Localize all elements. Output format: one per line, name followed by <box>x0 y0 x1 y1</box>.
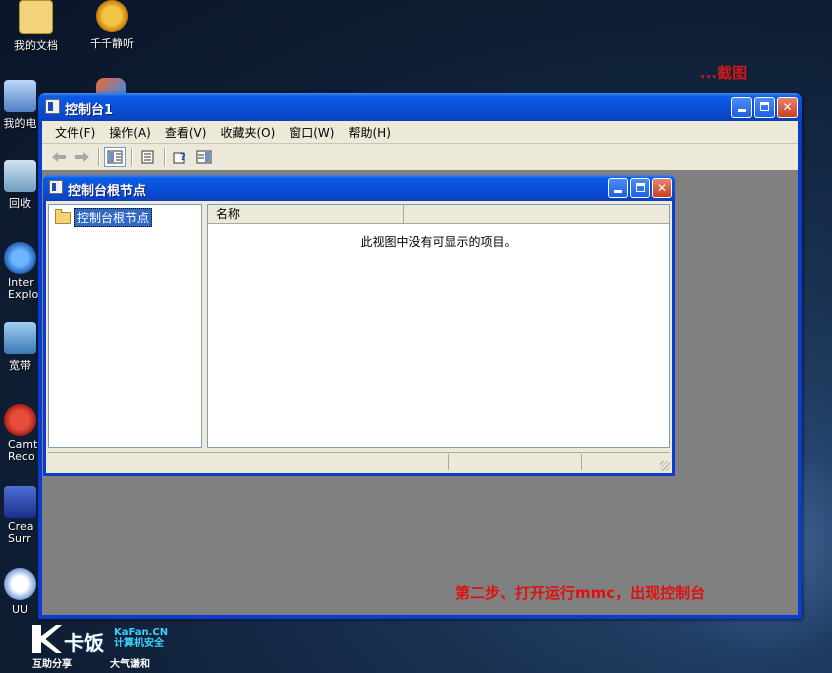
help-icon: ? <box>173 152 186 164</box>
back-arrow-icon <box>52 152 66 162</box>
watermark-title: 卡饭 <box>64 631 104 655</box>
desktop-icon-my-computer[interactable]: 我的电 <box>0 80 40 131</box>
watermark-slogan-2: 大气谦和 <box>110 659 150 670</box>
show-hide-action-pane-icon <box>196 150 212 164</box>
export-list-icon <box>141 150 154 164</box>
music-player-icon <box>96 0 128 32</box>
desktop-icon-broadband[interactable]: 宽带 <box>0 322 40 373</box>
help-button[interactable]: ? <box>170 147 192 167</box>
forward-arrow-icon <box>75 152 89 162</box>
menu-bar: 文件(F) 操作(A) 查看(V) 收藏夹(O) 窗口(W) 帮助(H) <box>42 121 798 144</box>
menu-action[interactable]: 操作(A) <box>102 124 158 141</box>
status-bar <box>48 452 670 471</box>
tree-pane[interactable]: 控制台根节点 <box>48 204 202 448</box>
svg-text:?: ? <box>180 152 186 163</box>
menu-view[interactable]: 查看(V) <box>158 124 214 141</box>
step-caption: 第二步、打开运行mmc，出现控制台 <box>455 584 706 602</box>
window-title: 控制台1 <box>65 103 114 118</box>
desktop-icon-ttplayer[interactable]: 千千静听 <box>76 0 148 51</box>
child-maximize-button[interactable] <box>630 178 650 198</box>
mdi-client-area[interactable]: 控制台根节点 ✕ 控制台根节点 名称 此视图中没有可显示的项目。 <box>42 170 798 615</box>
camtasia-recorder-icon <box>4 404 36 436</box>
desktop-icon-recycle-bin[interactable]: 回收 <box>0 160 40 211</box>
child-close-button[interactable]: ✕ <box>652 178 672 198</box>
maximize-button[interactable] <box>754 97 775 118</box>
status-cell <box>48 454 449 470</box>
child-minimize-button[interactable] <box>608 178 628 198</box>
mmc-titlebar[interactable]: 控制台1 ✕ <box>38 93 802 121</box>
maximize-icon <box>635 183 645 192</box>
resize-grip[interactable] <box>660 461 670 471</box>
watermark-site-url: KaFan.CN <box>114 627 169 638</box>
menu-file[interactable]: 文件(F) <box>48 124 102 141</box>
child-titlebar[interactable]: 控制台根节点 ✕ <box>43 175 675 201</box>
maximize-icon <box>760 102 769 111</box>
toolbar-separator <box>164 148 166 166</box>
menu-favorites[interactable]: 收藏夹(O) <box>213 124 282 141</box>
creative-audio-icon <box>4 486 36 518</box>
show-hide-tree-button[interactable] <box>104 147 126 167</box>
console-root-window: 控制台根节点 ✕ 控制台根节点 名称 此视图中没有可显示的项目。 <box>43 175 675 476</box>
back-button[interactable] <box>48 147 70 167</box>
toolbar-separator <box>131 148 133 166</box>
child-window-title: 控制台根节点 <box>68 184 147 199</box>
empty-view-message: 此视图中没有可显示的项目。 <box>360 235 517 249</box>
close-icon: ✕ <box>782 100 793 114</box>
kafan-logo-icon <box>32 625 62 653</box>
status-cell <box>449 454 582 470</box>
desktop-icon-camtasia[interactable]: Camt Reco <box>0 404 40 463</box>
computer-icon <box>4 80 36 112</box>
forward-button[interactable] <box>71 147 93 167</box>
desktop-icon-partial <box>96 78 126 94</box>
child-client: 控制台根节点 名称 此视图中没有可显示的项目。 <box>46 201 672 473</box>
close-icon: ✕ <box>656 181 668 195</box>
tree-node-console-root[interactable]: 控制台根节点 <box>55 208 153 227</box>
minimize-icon <box>737 109 746 112</box>
minimize-icon <box>614 190 622 193</box>
mmc-window: 控制台1 ✕ 文件(F) 操作(A) 查看(V) 收藏夹(O) 窗口(W) 帮助… <box>38 93 802 619</box>
desktop-icon-creative-surround[interactable]: Crea Surr <box>0 486 40 545</box>
folder-icon <box>19 0 53 34</box>
close-button[interactable]: ✕ <box>777 97 798 118</box>
uu-app-icon <box>4 568 36 600</box>
console-root-icon[interactable] <box>49 180 63 194</box>
recycle-bin-icon <box>4 160 36 192</box>
internet-explorer-icon <box>4 242 36 274</box>
menu-help[interactable]: 帮助(H) <box>341 124 397 141</box>
column-header-name[interactable]: 名称 <box>208 205 404 223</box>
kafan-watermark: 卡饭 KaFan.CN 计算机安全 互助分享 大气谦和 <box>32 625 182 671</box>
list-header: 名称 <box>208 205 669 224</box>
watermark-site-desc: 计算机安全 <box>114 638 164 649</box>
menu-window[interactable]: 窗口(W) <box>282 124 341 141</box>
show-hide-tree-icon <box>107 150 123 164</box>
show-hide-action-pane-button[interactable] <box>193 147 215 167</box>
watermark-site: KaFan.CN 计算机安全 <box>114 627 168 649</box>
desktop-icon-my-documents[interactable]: 我的文档 <box>0 0 72 53</box>
desktop-icon-uu[interactable]: UU <box>0 568 40 616</box>
tree-node-label: 控制台根节点 <box>74 208 153 227</box>
toolbar-separator <box>98 148 100 166</box>
minimize-button[interactable] <box>731 97 752 118</box>
result-pane[interactable]: 名称 此视图中没有可显示的项目。 <box>207 204 670 448</box>
export-list-button[interactable] <box>137 147 159 167</box>
desktop-icon-internet-explorer[interactable]: Inter Explo <box>0 242 40 301</box>
watermark-slogan-1: 互助分享 <box>32 659 72 670</box>
toolbar: ? <box>42 144 798 171</box>
network-connection-icon <box>4 322 36 354</box>
top-annotation: ...截图 <box>700 64 748 82</box>
folder-open-icon <box>55 208 71 224</box>
mmc-console-icon[interactable] <box>45 99 60 114</box>
